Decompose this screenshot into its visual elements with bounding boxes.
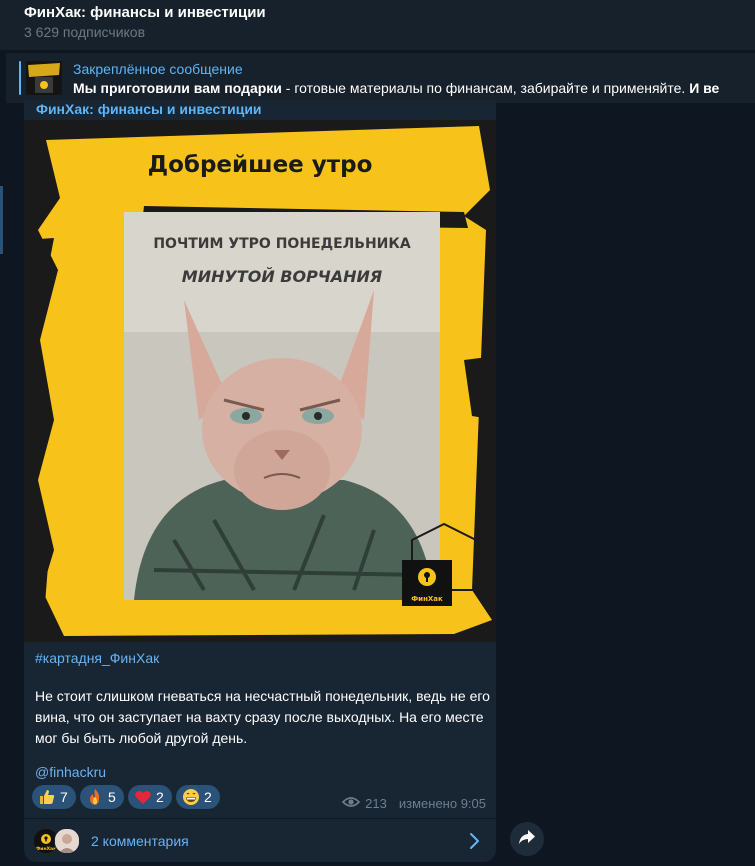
thumbs-up-icon	[38, 788, 56, 806]
pinned-text: Мы приготовили вам подарки - готовые мат…	[73, 80, 719, 96]
chevron-right-icon	[468, 832, 480, 855]
reaction-thumbs-up[interactable]: 7	[32, 785, 76, 809]
message-meta: 213 изменено 9:05	[342, 796, 486, 811]
heart-icon	[134, 788, 152, 806]
pinned-text-bold: Мы приготовили вам подарки	[73, 80, 282, 96]
subscriber-count: 3 629 подписчиков	[24, 24, 146, 40]
message-text: Не стоит слишком гневаться на несчастный…	[35, 688, 490, 746]
forward-button[interactable]	[510, 822, 544, 856]
avatar-logo-text: ФинХак	[36, 846, 56, 852]
image-line1: ПОЧТИМ УТРО ПОНЕДЕЛЬНИКА	[153, 236, 410, 252]
view-count: 213	[365, 796, 387, 811]
comments-count-label: 2 комментария	[91, 833, 189, 849]
commenter-avatar	[54, 828, 80, 854]
pinned-message-bar[interactable]: Закреплённое сообщение Мы приготовили ва…	[6, 52, 755, 103]
message-channel-name[interactable]: ФинХак: финансы и инвестиции	[36, 101, 262, 117]
pinned-text-rest: - готовые материалы по финансам, забирай…	[281, 80, 690, 96]
reaction-count: 2	[204, 789, 212, 805]
eye-icon	[342, 796, 361, 811]
image-headline: Добрейшее утро	[148, 152, 373, 178]
scroll-indicator	[0, 186, 3, 254]
share-arrow-icon	[518, 829, 536, 850]
pinned-text-tail: И ве	[689, 80, 720, 96]
image-line2: МИНУТОЙ ВОРЧАНИЯ	[182, 267, 382, 286]
logo-text: ФинХак	[411, 595, 443, 603]
edited-timestamp: изменено 9:05	[398, 796, 486, 811]
reaction-count: 7	[60, 789, 68, 805]
pinned-thumbnail	[26, 61, 62, 95]
pinned-indicator	[19, 61, 21, 95]
quote-mark: “	[116, 120, 142, 158]
reaction-fire[interactable]: 5	[80, 785, 124, 809]
channel-title[interactable]: ФинХак: финансы и инвестиции	[24, 4, 266, 21]
fire-icon	[86, 788, 104, 806]
channel-handle-link[interactable]: @finhackru	[35, 764, 106, 780]
comments-button[interactable]: ФинХак 2 комментария	[24, 818, 496, 862]
reaction-count: 5	[108, 789, 116, 805]
chat-header[interactable]: ФинХак: финансы и инвестиции 3 629 подпи…	[0, 0, 755, 50]
reaction-heart[interactable]: 2	[128, 785, 172, 809]
hashtag-link[interactable]: #картадня_ФинХак	[35, 650, 159, 666]
reaction-count: 2	[156, 789, 164, 805]
pinned-title: Закреплённое сообщение	[73, 61, 243, 77]
reaction-grin[interactable]: 2	[176, 785, 220, 809]
grin-icon	[182, 788, 200, 806]
message-bubble[interactable]: ФинХак: финансы и инвестиции “ Добрейшее…	[24, 100, 496, 862]
message-photo[interactable]: “ Добрейшее утро ПОЧТИМ УТРО ПОНЕДЕЛЬНИК…	[24, 120, 496, 642]
